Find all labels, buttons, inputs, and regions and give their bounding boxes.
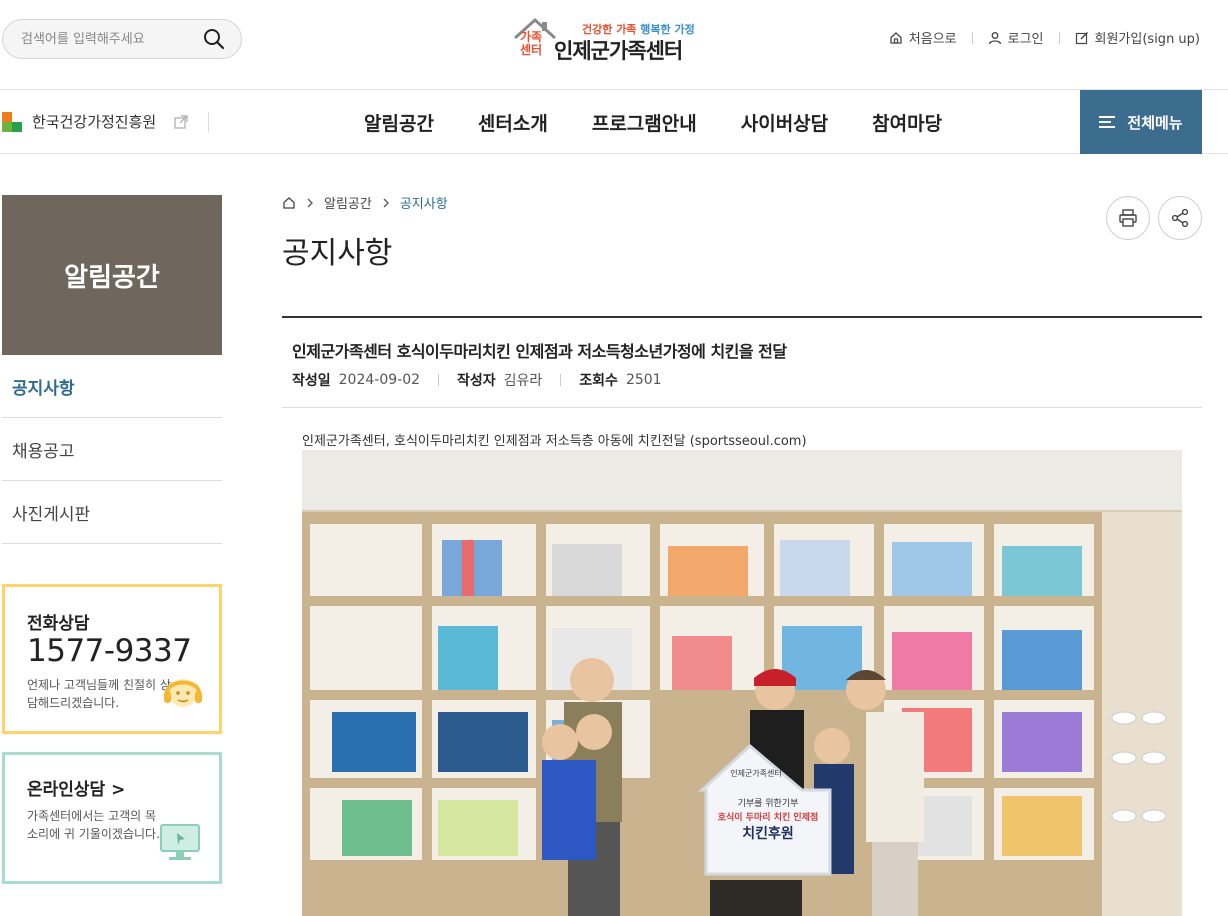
article-meta: 작성일 2024-09-02 작성자 김유라 조회수 2501 xyxy=(292,372,662,389)
org-link[interactable]: 한국건강가정진흥원 xyxy=(2,111,210,132)
menu-item-about[interactable]: 센터소개 xyxy=(478,109,548,136)
online-title: 온라인상담 > xyxy=(27,780,126,800)
printer-icon xyxy=(1119,209,1137,227)
util-login-link[interactable]: 로그인 xyxy=(988,28,1044,47)
home-icon xyxy=(890,31,902,44)
sign-line3: 치킨후원 xyxy=(742,825,794,842)
headset-icon xyxy=(164,679,202,707)
menu-item-programs[interactable]: 프로그램안내 xyxy=(592,109,697,136)
print-button[interactable] xyxy=(1106,196,1150,240)
sidebar-item-notice[interactable]: 공지사항 xyxy=(2,355,222,418)
article-caption: 인제군가족센터, 호식이두마리치킨 인제점과 저소득층 아동에 치킨전달 (sp… xyxy=(302,434,807,449)
online-desc: 가족센터에서는 고객의 목소리에 귀 기울이겠습니다. xyxy=(27,809,160,841)
sidebar-title: 알림공간 xyxy=(2,195,222,355)
search-input[interactable] xyxy=(21,29,201,49)
menu-item-counseling[interactable]: 사이버상담 xyxy=(741,109,828,136)
external-link-icon xyxy=(174,114,188,129)
article-date: 2024-09-02 xyxy=(338,372,421,388)
sidebar-menu: 공지사항 채용공고 사진게시판 xyxy=(2,355,222,544)
logo-mark: 가족센터 xyxy=(520,30,543,57)
menu-item-notice[interactable]: 알림공간 xyxy=(364,109,434,136)
phone-desc: 언제나 고객님들께 친절히 상담해드리겠습니다. xyxy=(27,678,171,710)
online-counseling-box[interactable]: 온라인상담 > 가족센터에서는 고객의 목소리에 귀 기울이겠습니다. xyxy=(2,752,222,884)
search-icon[interactable] xyxy=(203,28,225,50)
phone-title: 전화상담 xyxy=(27,614,90,634)
breadcrumb: 알림공간 공지사항 xyxy=(282,193,448,212)
site-logo[interactable]: 가족센터 건강한 가족 행복한 가정 인제군가족센터 xyxy=(512,16,702,64)
page-title: 공지사항 xyxy=(282,236,393,271)
sidebar-item-gallery[interactable]: 사진게시판 xyxy=(2,481,222,544)
sidebar-item-jobs[interactable]: 채용공고 xyxy=(2,418,222,481)
main-menu: 알림공간 센터소개 프로그램안내 사이버상담 참여마당 xyxy=(364,109,942,136)
breadcrumb-current[interactable]: 공지사항 xyxy=(400,193,448,212)
all-menu-button[interactable]: 전체메뉴 xyxy=(1080,90,1202,154)
chevron-right-icon xyxy=(307,198,313,207)
hamburger-icon xyxy=(1099,115,1116,129)
article-title: 인제군가족센터 호식이두마리치킨 인제점과 저소득청소년가정에 치킨을 전달 xyxy=(292,342,787,361)
global-nav: 한국건강가정진흥원 알림공간 센터소개 프로그램안내 사이버상담 참여마당 전체… xyxy=(0,90,1228,154)
photo-illustration: 인제군가족센터 기부를 위한기부 호식이 두마리 치킨 인제점 치킨후원 xyxy=(302,450,1182,916)
util-home-link[interactable]: 처음으로 xyxy=(889,28,957,47)
sign-line2: 호식이 두마리 치킨 인제점 xyxy=(718,811,818,823)
utility-nav: 처음으로 로그인 회원가입(sign up) xyxy=(889,28,1200,47)
share-button[interactable] xyxy=(1158,196,1202,240)
menu-item-participation[interactable]: 참여마당 xyxy=(872,109,942,136)
article-author: 김유라 xyxy=(503,373,543,389)
phone-counseling-box: 전화상담 1577-9337 언제나 고객님들께 친절히 상담해드리겠습니다. xyxy=(2,584,222,734)
edit-icon xyxy=(1075,31,1088,44)
home-icon[interactable] xyxy=(282,196,296,210)
phone-number: 1577-9337 xyxy=(27,633,192,669)
person-icon xyxy=(988,31,1001,44)
monitor-icon xyxy=(160,824,200,860)
search-box xyxy=(2,19,242,59)
sign-top-text: 인제군가족센터 xyxy=(730,768,782,778)
article-meta-divider xyxy=(282,407,1202,408)
article-photo: 인제군가족센터 기부를 위한기부 호식이 두마리 치킨 인제점 치킨후원 xyxy=(302,450,1182,916)
top-header: 가족센터 건강한 가족 행복한 가정 인제군가족센터 처음으로 로그인 회원가입… xyxy=(0,0,1228,90)
org-logo-icon xyxy=(2,111,22,132)
util-signup-link[interactable]: 회원가입(sign up) xyxy=(1075,28,1200,47)
article-top-divider xyxy=(282,316,1202,318)
sign-line1: 기부를 위한기부 xyxy=(738,798,799,809)
breadcrumb-section[interactable]: 알림공간 xyxy=(324,193,372,212)
chevron-right-icon xyxy=(383,198,389,207)
logo-name: 인제군가족센터 xyxy=(554,39,683,63)
share-icon xyxy=(1171,208,1189,228)
article-views: 2501 xyxy=(625,372,662,388)
